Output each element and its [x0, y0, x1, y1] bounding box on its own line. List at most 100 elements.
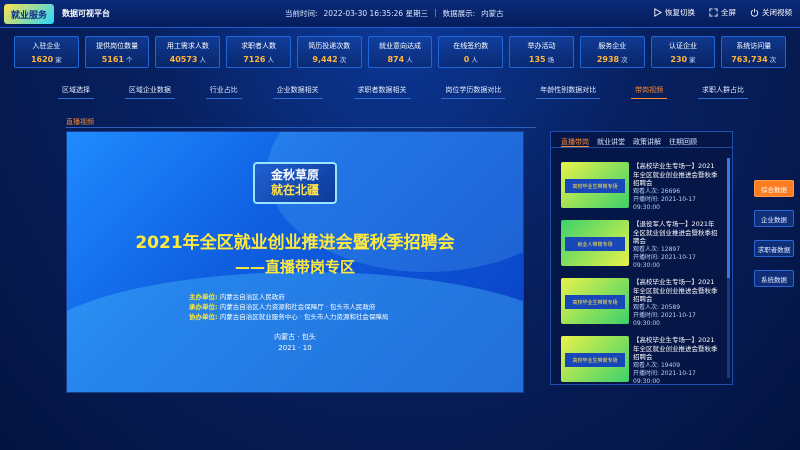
- stat-card: 求职者人数 7126 人: [226, 36, 291, 68]
- app-logo: 就业服务: [4, 4, 54, 24]
- stat-unit: 次: [339, 55, 347, 64]
- tab-region-select[interactable]: 区域选择: [58, 82, 94, 99]
- data-tabs: 区域选择 区域企业数据 行业占比 企业数据相关 求职者数据相关 岗位学历数据对比…: [58, 82, 748, 99]
- badge-line1: 金秋草原: [270, 168, 319, 182]
- header-actions: 恢复切换 全屏 关闭视频: [653, 7, 792, 18]
- stat-label: 求职者人数: [241, 41, 277, 50]
- video-place-date: 内蒙古 · 包头 2021 · 10: [67, 332, 523, 354]
- platform-title: 数据可视平台: [62, 9, 110, 18]
- fullscreen-button[interactable]: 全屏: [709, 7, 736, 18]
- stat-label: 提供岗位数量: [96, 41, 139, 50]
- tab-jobseeker-data[interactable]: 求职者数据相关: [353, 82, 411, 99]
- stat-label: 入驻企业: [32, 41, 61, 50]
- thumb-banner: 就业人带岗专场: [565, 237, 625, 251]
- undertaker-key: 承办单位:: [189, 303, 218, 311]
- tab-industry-share[interactable]: 行业占比: [205, 82, 242, 99]
- views-count: 12897: [660, 246, 681, 253]
- stats-row: 入驻企业 1620 家 提供岗位数量 5161 个 用工需求人数 40573 人 求职者人数…: [14, 36, 787, 68]
- video-list-panel: 直播带岗 就业讲堂 政策讲解 往期回顾 高校毕业生带岗专场 【高校毕业生专场一】…: [550, 131, 733, 385]
- display-label: 数据展示:: [442, 9, 476, 18]
- video-item-title: 【高校毕业生专场一】2021年全区就业创业推进会暨秋季招聘会: [633, 162, 718, 187]
- stat-label: 认证企业: [668, 41, 697, 50]
- stat-unit: 次: [769, 55, 777, 64]
- section-title: 直播视频: [66, 118, 94, 126]
- organizers: 主办单位: 内蒙古自治区人民政府 承办单位: 内蒙古自治区人力资源和社会保障厅 …: [189, 292, 388, 322]
- views-label: 观看人次:: [633, 304, 660, 311]
- stat-card: 用工需求人数 40573 人: [155, 36, 221, 68]
- restore-switch-button[interactable]: 恢复切换: [653, 7, 695, 18]
- close-video-label: 关闭视频: [762, 8, 792, 17]
- list-item[interactable]: 高校毕业生带岗专场 【高校毕业生专场一】2021年全区就业创业推进会暨秋季招聘会…: [561, 336, 721, 394]
- views-count: 26696: [660, 188, 681, 195]
- stat-value: 230: [670, 54, 688, 64]
- video-frame: 金秋草原 就在北疆 2021年全区就业创业推进会暨秋季招聘会 ——直播带岗专区 …: [67, 132, 523, 392]
- badge-line2: 就在北疆: [270, 183, 319, 197]
- stat-label: 在线签约数: [453, 41, 489, 50]
- stat-unit: 人: [471, 55, 478, 64]
- stat-label: 服务企业: [598, 41, 627, 50]
- stat-card: 认证企业 230 家: [650, 36, 716, 68]
- thumb-banner: 高校毕业生带岗专场: [565, 295, 625, 309]
- tab-policy[interactable]: 政策讲解: [633, 137, 661, 147]
- enterprise-data-button[interactable]: 企业数据: [754, 210, 794, 227]
- video-item-title: 【退役军人专场一】2021年全区就业创业推进会暨秋季招聘会: [633, 220, 718, 245]
- fullscreen-label: 全屏: [721, 8, 736, 17]
- tab-employment-class[interactable]: 就业讲堂: [597, 137, 625, 147]
- event-badge: 金秋草原 就在北疆: [253, 162, 337, 204]
- display-value: 内蒙古: [481, 9, 504, 18]
- tab-live-job[interactable]: 直播带岗: [561, 137, 589, 147]
- stat-unit: 个: [125, 55, 133, 64]
- undertaker-value: 内蒙古自治区人力资源和社会保障厅 · 包头市人民政府: [219, 303, 376, 311]
- video-place: 内蒙古 · 包头: [274, 333, 316, 341]
- time-label: 开播时间:: [633, 312, 660, 319]
- video-player[interactable]: 金秋草原 就在北疆 2021年全区就业创业推进会暨秋季招聘会 ——直播带岗专区 …: [66, 131, 524, 393]
- stat-unit: 家: [689, 55, 696, 64]
- stat-value: 874: [387, 54, 405, 64]
- video-title: 2021年全区就业创业推进会暨秋季招聘会: [135, 233, 455, 253]
- stat-unit: 场: [547, 55, 555, 64]
- time-label: 当前时间:: [285, 9, 318, 18]
- video-list: 高校毕业生带岗专场 【高校毕业生专场一】2021年全区就业创业推进会暨秋季招聘会…: [561, 162, 721, 394]
- top-header: 就业服务 数据可视平台 当前时间: 2022-03-30 16:35:26 星期…: [0, 0, 800, 28]
- close-video-button[interactable]: 关闭视频: [750, 7, 792, 18]
- co-organizer-value: 内蒙古自治区就业服务中心 · 包头市人力资源和社会保障局: [219, 313, 389, 321]
- list-item[interactable]: 就业人带岗专场 【退役军人专场一】2021年全区就业创业推进会暨秋季招聘会 观看…: [561, 220, 721, 278]
- list-item[interactable]: 高校毕业生带岗专场 【高校毕业生专场一】2021年全区就业创业推进会暨秋季招聘会…: [561, 162, 721, 220]
- stat-label: 举办活动: [527, 41, 556, 50]
- stat-card: 在线签约数 0 人: [438, 36, 504, 68]
- power-icon: [750, 8, 759, 17]
- video-thumbnail: 高校毕业生带岗专场: [561, 336, 629, 382]
- list-item[interactable]: 高校毕业生带岗专场 【高校毕业生专场一】2021年全区就业创业推进会暨秋季招聘会…: [561, 278, 721, 336]
- tab-jobseeker-share[interactable]: 求职人群占比: [698, 82, 748, 99]
- stat-unit: 次: [621, 55, 628, 64]
- video-thumbnail: 就业人带岗专场: [561, 220, 629, 266]
- overall-data-button[interactable]: 综合数据: [754, 180, 794, 197]
- organizer-key: 主办单位:: [189, 293, 218, 301]
- system-data-button[interactable]: 系统数据: [754, 270, 794, 287]
- stat-value: 2938: [596, 54, 620, 64]
- stat-unit: 家: [55, 55, 62, 64]
- video-item-title: 【高校毕业生专场一】2021年全区就业创业推进会暨秋季招聘会: [633, 278, 718, 303]
- tab-past-review[interactable]: 往期回顾: [669, 137, 697, 147]
- tab-enterprise-data[interactable]: 企业数据相关: [272, 82, 323, 99]
- tab-age-gender-compare[interactable]: 年龄性别数据对比: [536, 82, 601, 99]
- stat-card: 系统访问量 763,734 次: [721, 36, 787, 68]
- scrollbar-thumb[interactable]: [727, 158, 730, 278]
- panel-tabs: 直播带岗 就业讲堂 政策讲解 往期回顾: [551, 132, 732, 148]
- tab-education-compare[interactable]: 岗位学历数据对比: [441, 82, 506, 99]
- video-subtitle: ——直播带岗专区: [234, 258, 355, 276]
- thumb-banner: 高校毕业生带岗专场: [565, 179, 625, 193]
- side-nav: 综合数据 企业数据 求职者数据 系统数据: [754, 180, 794, 287]
- views-label: 观看人次:: [633, 188, 660, 195]
- video-thumbnail: 高校毕业生带岗专场: [561, 278, 629, 324]
- tab-region-enterprise[interactable]: 区域企业数据: [124, 82, 175, 99]
- organizer-value: 内蒙古自治区人民政府: [219, 293, 285, 301]
- stat-value: 40573: [169, 54, 198, 64]
- time-label: 开播时间:: [633, 254, 660, 261]
- stat-value: 1620: [30, 54, 54, 64]
- time-label: 开播时间:: [633, 370, 660, 377]
- scrollbar[interactable]: [727, 158, 730, 378]
- stat-card: 提供岗位数量 5161 个: [84, 36, 150, 68]
- tab-job-video[interactable]: 带岗视频: [631, 82, 668, 99]
- jobseeker-data-button[interactable]: 求职者数据: [754, 240, 794, 257]
